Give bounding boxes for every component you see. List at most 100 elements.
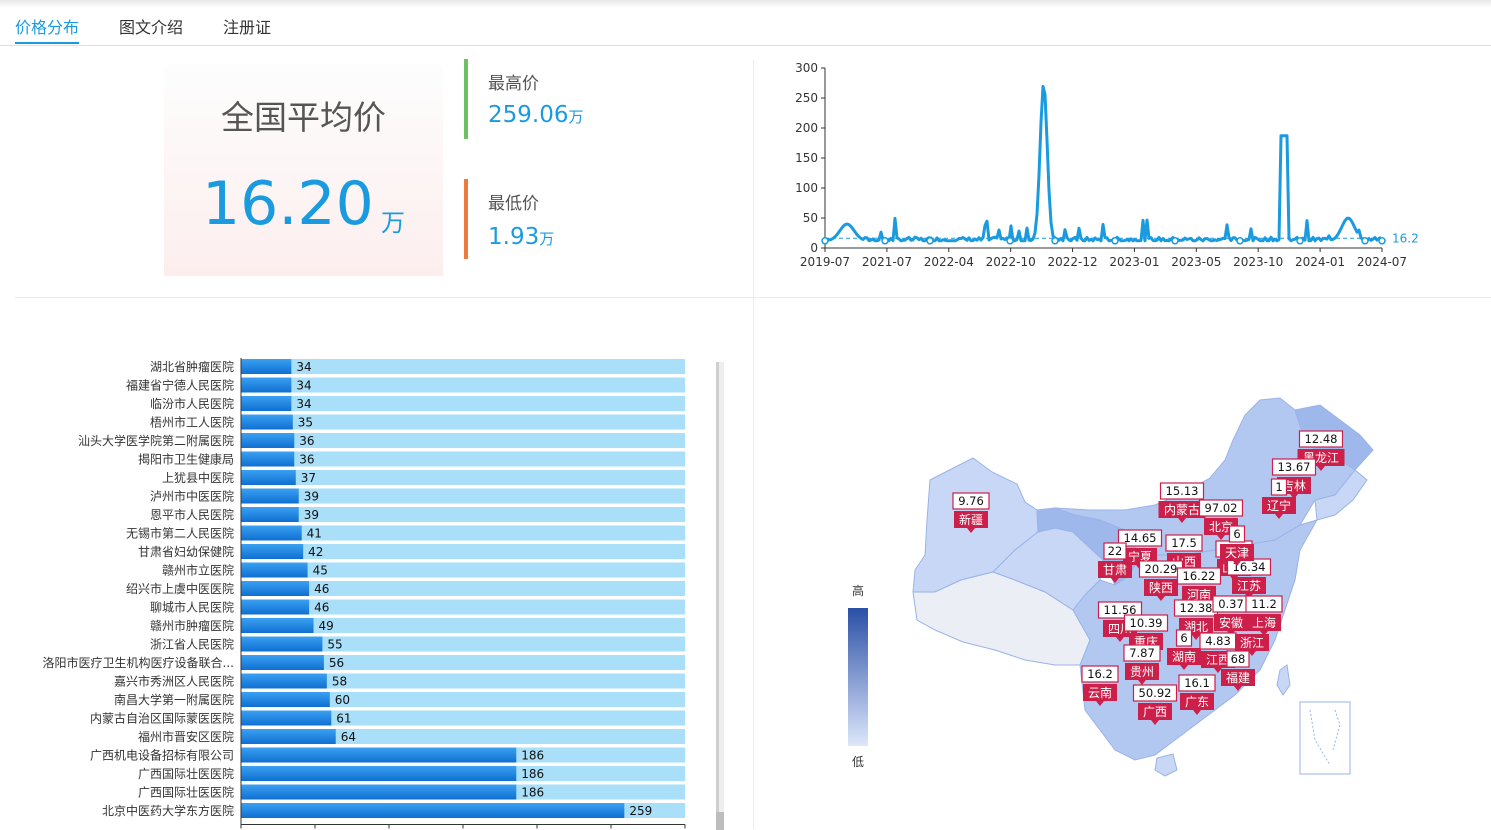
bar-value-label: 34: [296, 360, 311, 374]
map-pin-value: 13.67: [1278, 460, 1311, 474]
bar[interactable]: [241, 507, 299, 522]
bar-category-label: 内蒙古自治区国际蒙医医院: [90, 711, 234, 726]
bar[interactable]: [241, 415, 293, 430]
line-y-tick-label: 300: [795, 61, 818, 75]
bar[interactable]: [241, 544, 303, 559]
bar[interactable]: [241, 452, 294, 467]
bar[interactable]: [241, 785, 516, 800]
bar-value-label: 60: [335, 693, 350, 707]
series-point: [1052, 238, 1058, 244]
bar[interactable]: [241, 470, 296, 485]
bar-value-label: 186: [521, 749, 544, 763]
bar[interactable]: [241, 766, 516, 781]
bar-category-label: 湖北省肿瘤医院: [150, 359, 234, 374]
map-pin-name: 云南: [1088, 685, 1112, 700]
bar[interactable]: [241, 489, 299, 504]
bar[interactable]: [241, 359, 291, 374]
bar[interactable]: [241, 581, 309, 596]
map-pin[interactable]: 陕西20.29: [1140, 561, 1183, 601]
map-pin-name: 广东: [1185, 695, 1209, 709]
map-pin-value: 12.38: [1180, 601, 1213, 615]
south-sea-inset: [1300, 702, 1350, 774]
series-point: [822, 238, 828, 244]
line-x-tick-label: 2023-10: [1233, 255, 1283, 269]
map-pin-name: 浙江: [1240, 636, 1264, 650]
bar-value-label: 259: [629, 804, 652, 818]
horizontal-divider: [15, 297, 1491, 298]
line-y-tick-label: 50: [803, 211, 818, 225]
bar-value-label: 42: [308, 545, 323, 559]
max-price-value: 259.06万: [488, 102, 584, 128]
bar-category-label: 广西国际壮医医院: [138, 767, 234, 781]
region-taiwan[interactable]: [1277, 665, 1290, 695]
bar[interactable]: [241, 600, 309, 615]
map-pin-value: 50.92: [1139, 686, 1172, 700]
line-y-tick-label: 100: [795, 181, 818, 195]
series-point: [1297, 238, 1303, 244]
tab-registration[interactable]: 注册证: [223, 14, 271, 38]
bar-category-label: 绍兴市上虞中医医院: [126, 581, 234, 596]
map-pin[interactable]: 新疆9.76: [953, 493, 989, 533]
map-pin-value: 17.5: [1171, 536, 1197, 550]
map-pin[interactable]: 贵州7.87: [1124, 645, 1160, 685]
map-pin[interactable]: 云南16.2: [1082, 666, 1118, 706]
map-pin-value: 4.83: [1205, 634, 1231, 648]
vertical-divider: [753, 60, 754, 829]
map-pin-value: 0.37: [1218, 597, 1244, 611]
series-point: [1112, 238, 1118, 244]
legend-low-label: 低: [852, 755, 864, 769]
bar[interactable]: [241, 563, 308, 578]
bar-scrollbar-thumb[interactable]: [716, 812, 724, 830]
map-pin-name: 广西: [1143, 705, 1167, 719]
price-series-line: [825, 86, 1381, 240]
map-pin-name: 陕西: [1149, 580, 1173, 595]
bar-category-label: 赣州市立医院: [162, 563, 234, 578]
series-point: [1362, 238, 1368, 244]
region-hainan[interactable]: [1155, 754, 1177, 776]
series-point: [1379, 238, 1385, 244]
bar[interactable]: [241, 378, 291, 393]
bar[interactable]: [241, 396, 291, 411]
bar-value-label: 186: [521, 786, 544, 800]
map-pin-name: 江苏: [1237, 579, 1261, 593]
line-y-tick-label: 250: [795, 91, 818, 105]
map-pin[interactable]: 内蒙古15.13: [1159, 483, 1206, 523]
bar[interactable]: [241, 655, 324, 670]
map-pin[interactable]: 广西 50.92: [1134, 685, 1177, 725]
bar[interactable]: [241, 711, 331, 726]
map-pin-value: 16.1: [1184, 676, 1210, 690]
bar-category-label: 临汾市人民医院: [150, 396, 234, 411]
map-pin[interactable]: 安徽 0.37: [1213, 596, 1249, 636]
bar-category-label: 无锡市第二人民医院: [126, 526, 234, 541]
map-pin-name: 湖南: [1172, 649, 1196, 664]
series-point: [882, 238, 888, 244]
bar[interactable]: [241, 729, 336, 744]
map-pin-name: 安徽: [1219, 615, 1243, 630]
bar-value-label: 45: [313, 564, 328, 578]
bar[interactable]: [241, 618, 314, 633]
bar[interactable]: [241, 692, 330, 707]
line-x-tick-label: 2023-05: [1171, 255, 1221, 269]
tab-graphic-intro[interactable]: 图文介绍: [119, 14, 183, 38]
bar-value-label: 64: [341, 730, 356, 744]
map-pin[interactable]: 上海11.2: [1246, 596, 1282, 636]
bar[interactable]: [241, 803, 624, 818]
bar[interactable]: [241, 674, 327, 689]
map-pin-value: 1: [1275, 480, 1282, 494]
bar[interactable]: [241, 637, 322, 652]
map-pin[interactable]: 江苏16.34: [1228, 559, 1271, 599]
bar-value-label: 46: [314, 601, 329, 615]
bar-category-label: 福州市晋安区医院: [138, 729, 234, 744]
bar-value-label: 39: [304, 490, 319, 504]
bar-category-label: 嘉兴市秀洲区人民医院: [114, 674, 234, 689]
map-pin[interactable]: 广东 16.1: [1179, 675, 1215, 715]
bar[interactable]: [241, 433, 294, 448]
line-x-tick-label: 2019-07: [800, 255, 850, 269]
bar[interactable]: [241, 526, 302, 541]
bar-value-label: 34: [296, 397, 311, 411]
bar[interactable]: [241, 748, 516, 763]
map-pin-value: 6: [1233, 527, 1240, 541]
bar-category-label: 汕头大学医学院第二附属医院: [78, 433, 234, 448]
tab-price-distribution[interactable]: 价格分布: [15, 14, 79, 38]
map-pin-value: 10.39: [1130, 616, 1163, 630]
